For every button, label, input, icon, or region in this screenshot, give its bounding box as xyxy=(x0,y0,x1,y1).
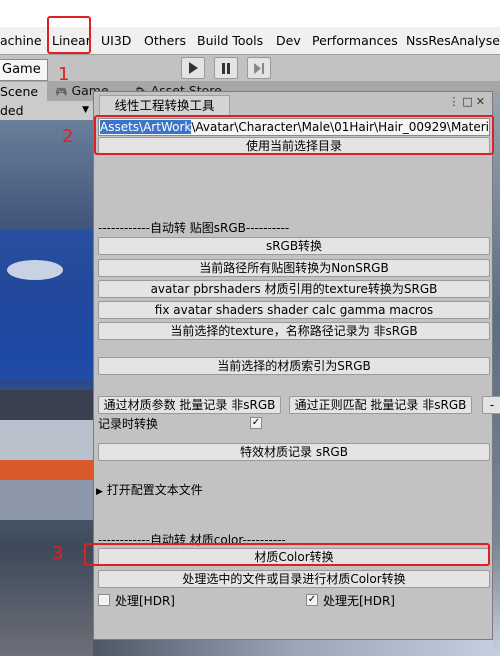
menu-item-dev[interactable]: Dev xyxy=(276,33,301,48)
srgb-convert-button[interactable]: sRGB转换 xyxy=(98,237,490,255)
menu-item-build-tools[interactable]: Build Tools xyxy=(197,33,263,48)
more-button[interactable]: - xyxy=(482,396,500,414)
annotation-box-3 xyxy=(84,543,490,566)
open-config-label: 打开配置文本文件 xyxy=(106,483,203,497)
open-config-foldout[interactable]: ▶ 打开配置文本文件 xyxy=(96,481,203,498)
avatar-pbr-srgb-button[interactable]: avatar pbrshaders 材质引用的texture转换为SRGB xyxy=(98,280,490,298)
annotation-box-2 xyxy=(94,115,494,155)
menu-item-performances[interactable]: Performances xyxy=(312,33,398,48)
close-icon[interactable]: ✕ xyxy=(476,95,488,108)
scene-view-right-edge xyxy=(493,90,500,656)
pause-button[interactable] xyxy=(214,57,238,79)
pause-icon xyxy=(222,62,230,74)
menu-item-nssresanalyse[interactable]: NssResAnalyseT xyxy=(406,33,500,48)
step-icon xyxy=(254,62,264,74)
material-index-srgb-button[interactable]: 当前选择的材质索引为SRGB xyxy=(98,357,490,375)
menu-item-machine[interactable]: achine xyxy=(0,33,42,48)
step-button[interactable] xyxy=(247,57,271,79)
batch-by-param-button[interactable]: 通过材质参数 批量记录 非sRGB xyxy=(98,396,281,414)
annotation-number-3: 3 xyxy=(52,543,64,564)
scene-art xyxy=(0,230,93,520)
triangle-right-icon: ▶ xyxy=(96,487,103,497)
section-texture-srgb: ------------自动转 贴图sRGB---------- xyxy=(98,221,290,235)
toolbar: Game xyxy=(0,54,500,82)
window-controls: ⋮□✕ xyxy=(448,95,488,108)
maximize-icon[interactable]: □ xyxy=(462,95,475,108)
record-nonsrgb-button[interactable]: 当前选择的texture，名称路径记录为 非sRGB xyxy=(98,322,490,340)
tab-scene[interactable]: Scene xyxy=(0,82,47,101)
draw-mode-dropdown[interactable]: ded ▼ xyxy=(0,101,93,121)
process-no-hdr-checkbox[interactable]: ✓ xyxy=(306,594,318,606)
gamepad-icon: 🎮 xyxy=(55,87,68,98)
process-hdr-label: 处理[HDR] xyxy=(115,594,175,608)
play-icon xyxy=(189,62,198,74)
draw-mode-label: ded xyxy=(0,103,24,118)
scene-view[interactable] xyxy=(0,120,93,656)
window-title-tab[interactable]: 线性工程转换工具 xyxy=(99,95,230,116)
annotation-number-1: 1 xyxy=(58,64,70,85)
effect-record-srgb-button[interactable]: 特效材质记录 sRGB xyxy=(98,443,490,461)
menu-item-others[interactable]: Others xyxy=(144,33,186,48)
game-button[interactable]: Game xyxy=(0,59,48,81)
annotation-box-1 xyxy=(47,16,91,54)
to-nonsrgb-button[interactable]: 当前路径所有贴图转换为NonSRGB xyxy=(98,259,490,277)
fix-avatar-gamma-button[interactable]: fix avatar shaders shader calc gamma mac… xyxy=(98,301,490,319)
process-no-hdr-label: 处理无[HDR] xyxy=(323,594,395,608)
more-icon[interactable]: ⋮ xyxy=(448,95,462,108)
batch-by-regex-button[interactable]: 通过正则匹配 批量记录 非sRGB xyxy=(289,396,472,414)
process-hdr-checkbox[interactable] xyxy=(98,594,110,606)
process-selected-button[interactable]: 处理选中的文件或目录进行材质Color转换 xyxy=(98,570,490,588)
menu-item-ui3d[interactable]: UI3D xyxy=(101,33,131,48)
scene-view-bottom-edge xyxy=(93,640,493,656)
record-convert-label: 记录时转换 xyxy=(98,417,159,431)
chevron-down-icon: ▼ xyxy=(82,105,89,115)
annotation-number-2: 2 xyxy=(62,126,74,147)
record-convert-checkbox[interactable]: ✓ xyxy=(250,417,262,429)
play-button[interactable] xyxy=(181,57,205,79)
